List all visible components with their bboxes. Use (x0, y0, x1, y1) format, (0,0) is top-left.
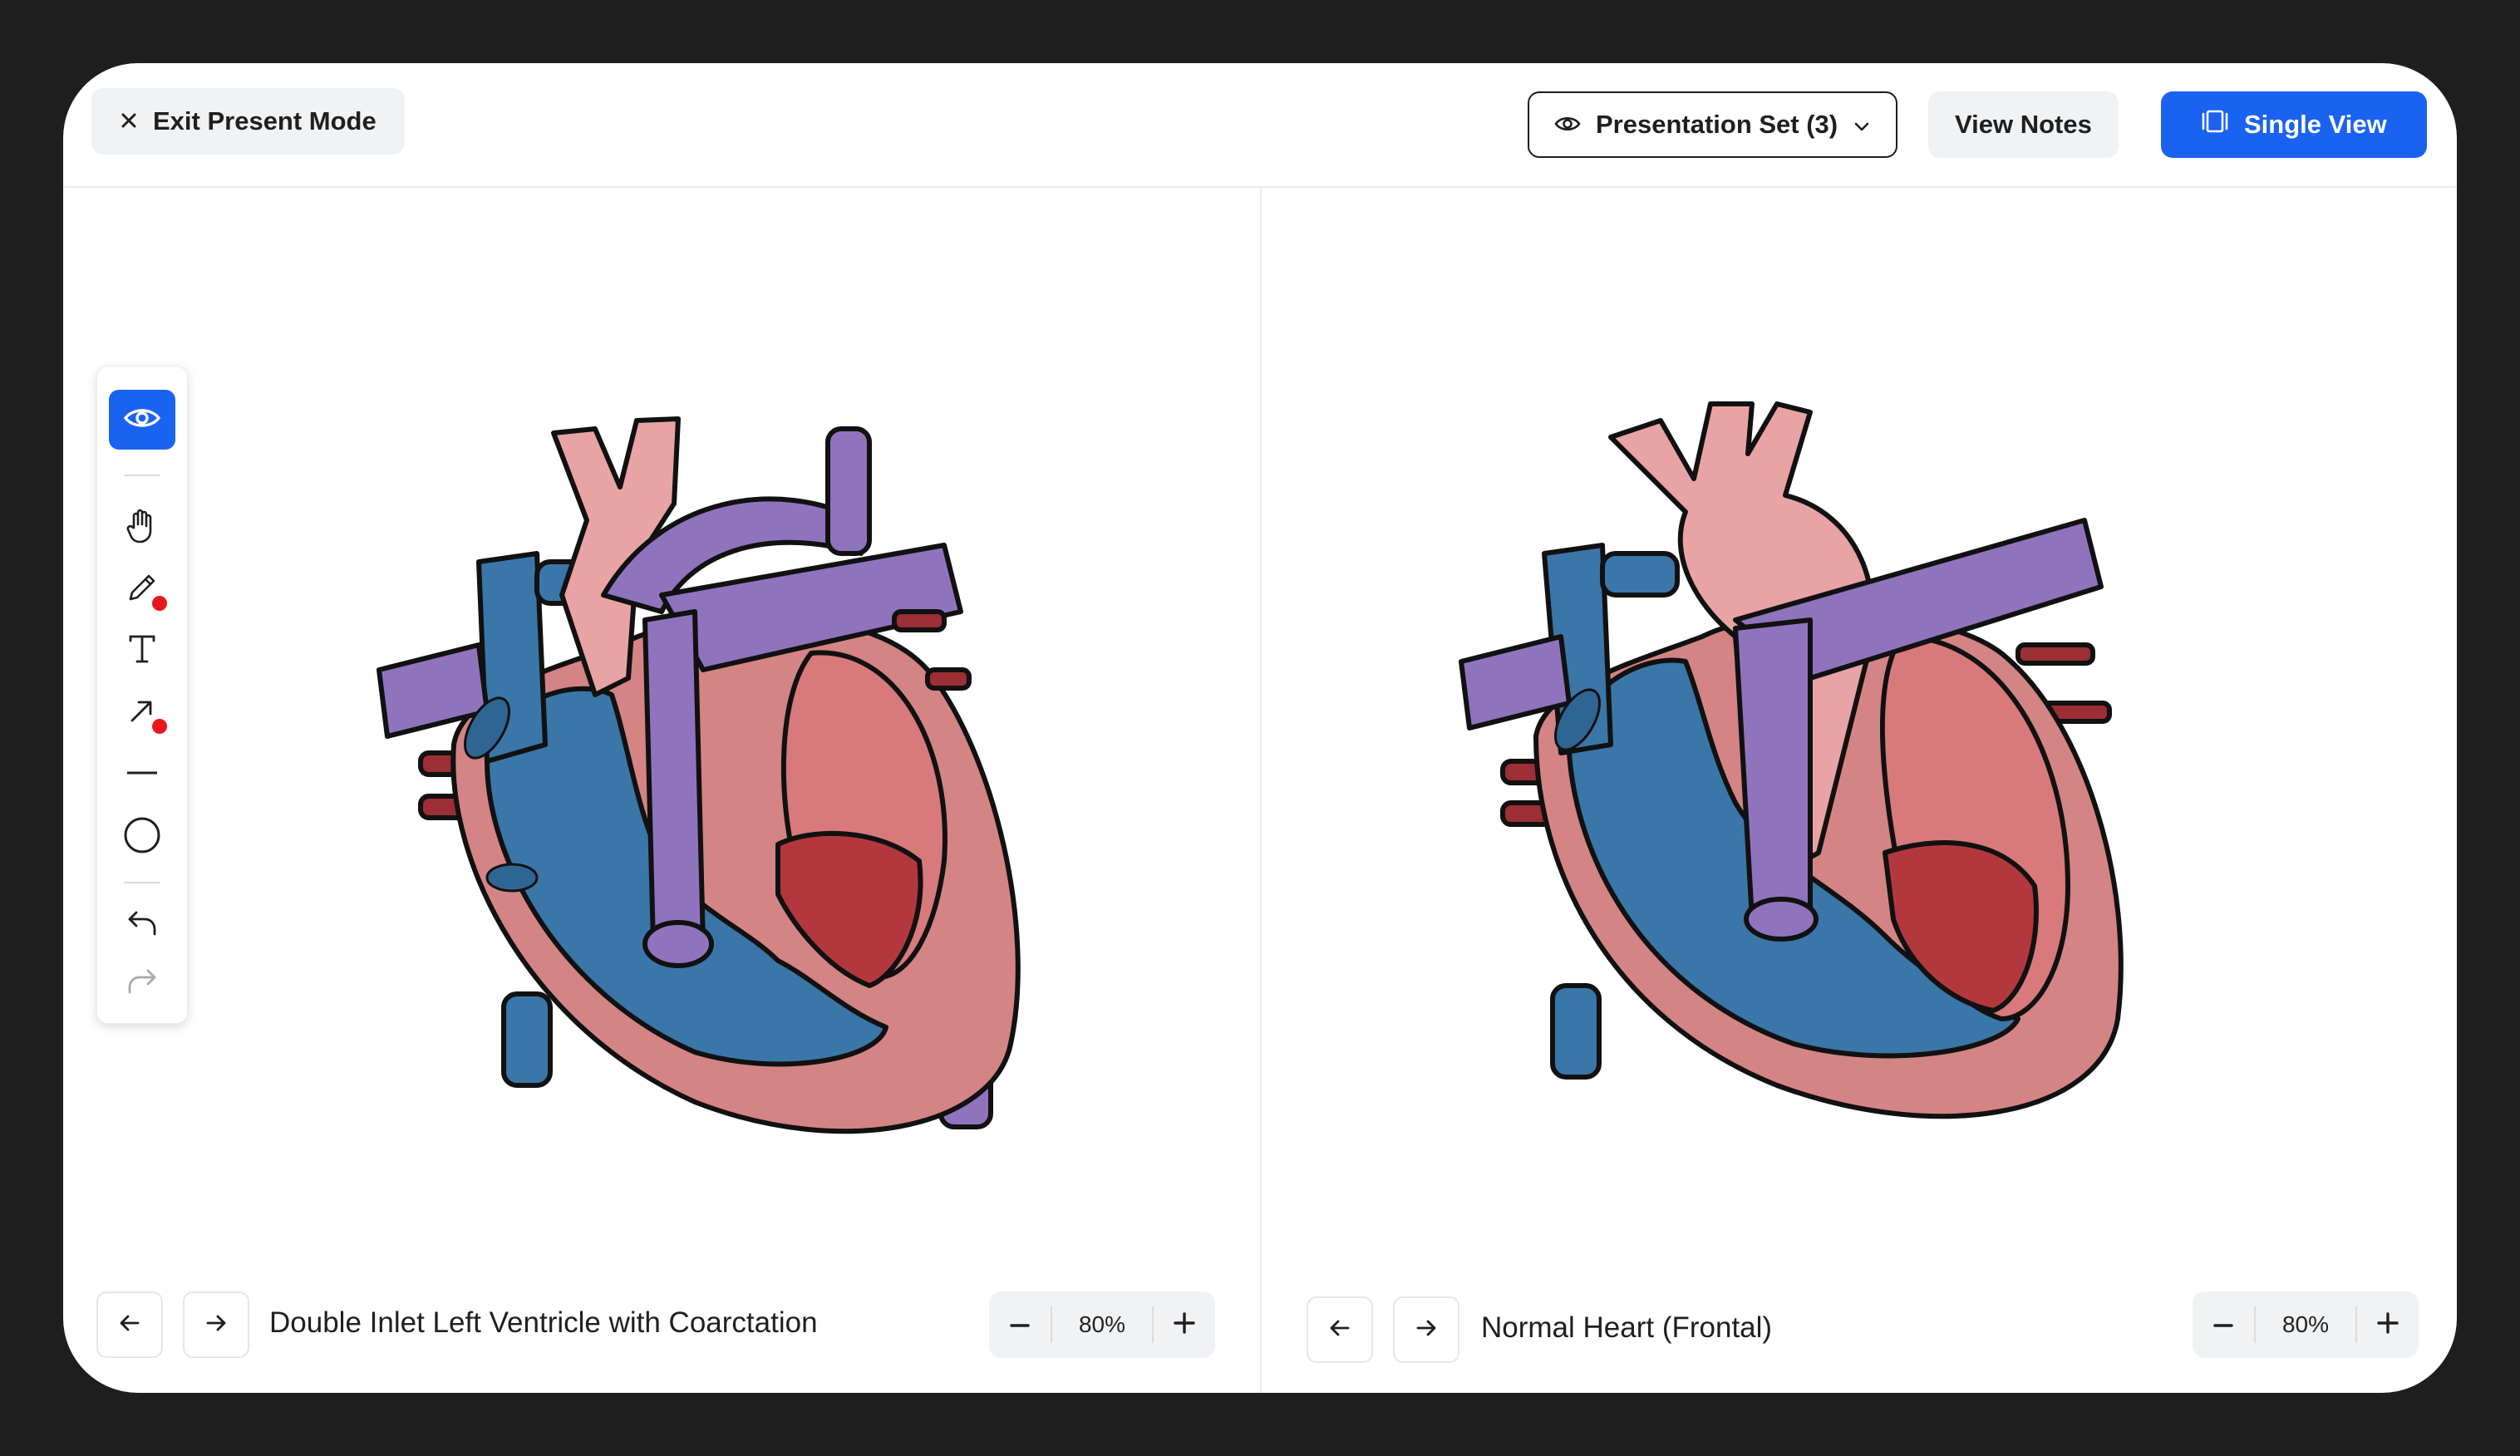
annotation-toolbar (96, 366, 188, 1024)
circle-icon (123, 816, 161, 858)
top-bar: Exit Present Mode Presentation Set (3) V… (63, 63, 2457, 188)
right-zoom-out-button[interactable] (2193, 1291, 2254, 1358)
left-image-caption: Double Inlet Left Ventricle with Coarcta… (269, 1306, 818, 1339)
heart-illustration-normal[interactable] (1420, 387, 2201, 1168)
left-zoom-level: 80% (1051, 1306, 1154, 1343)
single-view-icon (2201, 109, 2229, 140)
chevron-down-icon (1853, 110, 1871, 140)
eye-icon (1554, 110, 1581, 140)
arrow-left-icon (118, 1313, 141, 1337)
single-view-button[interactable]: Single View (2161, 91, 2427, 158)
left-zoom-control: 80% (989, 1291, 1215, 1358)
presentation-set-label: Presentation Set (3) (1596, 110, 1838, 139)
app-screen: Exit Present Mode Presentation Set (3) V… (63, 63, 2457, 1393)
toolbar-separator (124, 882, 160, 883)
plus-icon (1174, 1311, 1195, 1338)
left-image-pane (63, 188, 1260, 1393)
active-color-dot (152, 719, 167, 734)
line-icon (126, 766, 159, 781)
exit-present-mode-label: Exit Present Mode (153, 106, 377, 135)
active-color-dot (152, 596, 167, 611)
presentation-set-dropdown[interactable]: Presentation Set (3) (1528, 91, 1898, 158)
right-image-pane (1262, 188, 2457, 1393)
left-zoom-in-button[interactable] (1154, 1291, 1215, 1358)
right-prev-button[interactable] (1307, 1296, 1373, 1363)
single-view-label: Single View (2244, 110, 2387, 139)
left-next-button[interactable] (183, 1291, 249, 1358)
left-prev-button[interactable] (96, 1291, 163, 1358)
arrow-right-icon (204, 1313, 228, 1337)
exit-present-mode-button[interactable]: Exit Present Mode (91, 88, 405, 155)
arrow-tool[interactable] (109, 682, 175, 742)
undo-icon (126, 909, 158, 942)
undo-button[interactable] (109, 895, 175, 955)
right-zoom-level: 80% (2254, 1306, 2357, 1343)
redo-icon (126, 967, 158, 1000)
minus-icon (1010, 1317, 1030, 1332)
eye-tool[interactable] (109, 390, 175, 450)
hand-tool[interactable] (109, 498, 175, 558)
text-tool[interactable] (109, 621, 175, 681)
eye-icon (123, 406, 161, 435)
device-frame: Exit Present Mode Presentation Set (3) V… (0, 0, 2520, 1456)
close-icon (120, 106, 138, 136)
toolbar-separator (124, 475, 160, 476)
view-notes-button[interactable]: View Notes (1928, 91, 2119, 158)
right-zoom-in-button[interactable] (2357, 1291, 2419, 1358)
view-notes-label: View Notes (1955, 110, 2092, 139)
right-image-caption: Normal Heart (Frontal) (1481, 1311, 1773, 1344)
arrow-left-icon (1328, 1318, 1351, 1342)
redo-button[interactable] (109, 953, 175, 1013)
right-zoom-control: 80% (2193, 1291, 2419, 1358)
arrow-right-icon (1415, 1318, 1438, 1342)
right-next-button[interactable] (1393, 1296, 1459, 1363)
minus-icon (2213, 1317, 2233, 1332)
plus-icon (2377, 1311, 2399, 1338)
left-zoom-out-button[interactable] (989, 1291, 1051, 1358)
text-icon (127, 633, 157, 669)
line-tool[interactable] (109, 744, 175, 804)
circle-tool[interactable] (109, 807, 175, 867)
pencil-tool[interactable] (109, 559, 175, 619)
hand-icon (126, 508, 159, 548)
heart-illustration-dilv[interactable] (346, 396, 1127, 1193)
